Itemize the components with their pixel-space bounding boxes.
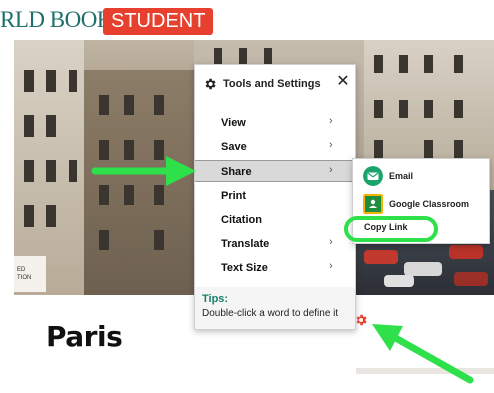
menu-item-text-size[interactable]: Text Size › (195, 257, 355, 279)
tips-text: Double-click a word to define it (202, 308, 339, 319)
menu-item-save[interactable]: Save › (195, 136, 355, 158)
tips-title: Tips: (202, 293, 229, 305)
tips-panel: Tips: Double-click a word to define it (195, 287, 355, 329)
email-icon (363, 166, 383, 186)
menu-item-label: Print (221, 190, 247, 202)
menu-item-label: Citation (221, 214, 262, 226)
tools-menu-header: Tools and Settings ✕ (195, 65, 355, 103)
share-item-google-classroom[interactable]: Google Classroom (353, 191, 489, 217)
chevron-right-icon: › (329, 236, 333, 248)
chevron-right-icon: › (329, 260, 333, 272)
google-classroom-icon (363, 194, 383, 214)
gear-icon[interactable] (354, 313, 368, 327)
menu-item-translate[interactable]: Translate › (195, 233, 355, 255)
menu-item-view[interactable]: View › (195, 112, 355, 134)
share-item-email[interactable]: Email (353, 163, 489, 189)
menu-item-label: Translate (221, 238, 270, 250)
student-badge: STUDENT (103, 8, 214, 35)
chevron-right-icon: › (329, 115, 333, 127)
menu-item-label: View (221, 117, 246, 129)
share-item-label: Google Classroom (389, 199, 470, 209)
menu-item-label: Text Size (221, 262, 268, 274)
menu-item-label: Share (221, 166, 252, 178)
menu-item-print[interactable]: Print (195, 185, 355, 207)
share-item-label: Email (389, 171, 414, 181)
brand-logo-text[interactable]: RLD BOOK (0, 7, 113, 33)
menu-item-label: Save (221, 141, 247, 153)
tools-and-settings-menu: Tools and Settings ✕ View › Save › Share… (194, 64, 356, 330)
partial-caption-label: ED TION (14, 256, 46, 292)
article-title: Paris (46, 320, 123, 353)
tools-menu-title: Tools and Settings (223, 78, 321, 90)
content-divider (356, 368, 494, 374)
share-item-copy-link[interactable]: Copy Link (364, 222, 408, 232)
menu-item-share[interactable]: Share › (195, 160, 355, 182)
menu-item-citation[interactable]: Citation (195, 209, 355, 231)
chevron-right-icon: › (329, 164, 333, 176)
site-header: RLD BOOK STUDENT (0, 0, 494, 40)
chevron-right-icon: › (329, 139, 333, 151)
close-button[interactable]: ✕ (335, 73, 351, 91)
gear-icon (205, 78, 216, 90)
